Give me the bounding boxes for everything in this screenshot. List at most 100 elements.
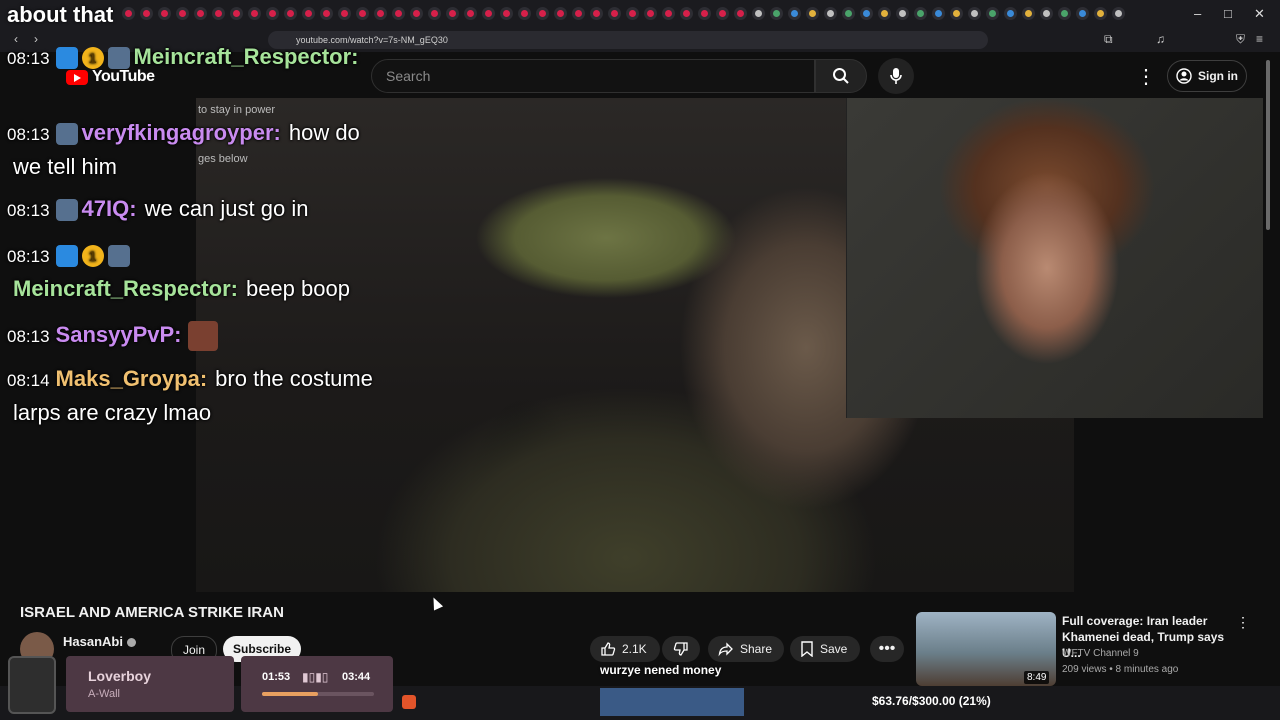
like-button[interactable]: 2.1K	[590, 636, 660, 662]
song-time-panel	[241, 656, 393, 712]
browser-tab[interactable]	[1076, 7, 1089, 20]
dislike-button[interactable]	[662, 636, 700, 662]
tab-favicon-icon	[1115, 10, 1122, 17]
browser-tab[interactable]	[1058, 7, 1071, 20]
browser-tab[interactable]	[734, 7, 747, 20]
chat-text: how do	[288, 120, 360, 145]
browser-tab[interactable]	[752, 7, 765, 20]
browser-tab[interactable]	[842, 7, 855, 20]
share-icon	[718, 642, 733, 657]
browser-tab[interactable]	[1094, 7, 1107, 20]
save-button[interactable]: Save	[790, 636, 860, 662]
browser-tab[interactable]	[788, 7, 801, 20]
browser-tab[interactable]	[410, 7, 423, 20]
browser-tab[interactable]	[464, 7, 477, 20]
maximize-icon[interactable]: □	[1224, 6, 1232, 21]
minimize-icon[interactable]: –	[1194, 6, 1201, 21]
scrollbar[interactable]	[1266, 60, 1270, 230]
browser-tab[interactable]	[158, 7, 171, 20]
music-extension-icon[interactable]: ♫	[1156, 32, 1165, 46]
browser-tab[interactable]	[194, 7, 207, 20]
tab-favicon-icon	[647, 10, 654, 17]
tab-favicon-icon	[593, 10, 600, 17]
browser-tab[interactable]	[1112, 7, 1125, 20]
browser-tab[interactable]	[536, 7, 549, 20]
settings-menu-icon[interactable]: ⋮	[1136, 64, 1156, 89]
browser-tab[interactable]	[266, 7, 279, 20]
browser-tab[interactable]	[572, 7, 585, 20]
browser-tab[interactable]	[1004, 7, 1017, 20]
browser-tab[interactable]	[626, 7, 639, 20]
browser-tab[interactable]	[896, 7, 909, 20]
browser-tab[interactable]	[1040, 7, 1053, 20]
browser-tab[interactable]	[374, 7, 387, 20]
browser-tab[interactable]	[248, 7, 261, 20]
tab-favicon-icon	[251, 10, 258, 17]
shield-icon[interactable]: ⛨	[1236, 32, 1245, 47]
browser-tab[interactable]	[914, 7, 927, 20]
tab-favicon-icon	[611, 10, 618, 17]
like-count: 2.1K	[622, 642, 647, 656]
tab-list[interactable]	[122, 7, 1125, 20]
recommended-meta: 209 views • 8 minutes ago	[1062, 664, 1179, 675]
search-input[interactable]: Search	[371, 59, 815, 93]
search-button[interactable]	[815, 59, 867, 93]
browser-tab[interactable]	[698, 7, 711, 20]
browser-tab[interactable]	[320, 7, 333, 20]
tab-favicon-icon	[719, 10, 726, 17]
tab-favicon-icon	[179, 10, 186, 17]
voice-search-button[interactable]	[878, 58, 914, 94]
browser-tab[interactable]	[608, 7, 621, 20]
browser-tab[interactable]	[932, 7, 945, 20]
browser-tab[interactable]	[770, 7, 783, 20]
browser-tab[interactable]	[356, 7, 369, 20]
browser-tab[interactable]	[590, 7, 603, 20]
browser-tab[interactable]	[482, 7, 495, 20]
chat-message: 08:13 SansyyPvP:	[7, 318, 230, 354]
channel-name[interactable]: HasanAbi	[63, 634, 136, 649]
tab-favicon-icon	[341, 10, 348, 17]
browser-tab[interactable]	[302, 7, 315, 20]
browser-tab[interactable]	[950, 7, 963, 20]
browser-tab[interactable]	[680, 7, 693, 20]
browser-tab[interactable]	[140, 7, 153, 20]
browser-tab[interactable]	[284, 7, 297, 20]
browser-tab[interactable]	[392, 7, 405, 20]
browser-tab[interactable]	[428, 7, 441, 20]
close-icon[interactable]: ✕	[1254, 6, 1265, 22]
browser-tab[interactable]	[338, 7, 351, 20]
browser-tab[interactable]	[824, 7, 837, 20]
browser-tab[interactable]	[212, 7, 225, 20]
menu-icon[interactable]: ≡	[1256, 32, 1263, 46]
browser-tab[interactable]	[554, 7, 567, 20]
browser-tab[interactable]	[860, 7, 873, 20]
browser-tab[interactable]	[806, 7, 819, 20]
browser-tab[interactable]	[518, 7, 531, 20]
browser-tab[interactable]	[968, 7, 981, 20]
browser-tab[interactable]	[230, 7, 243, 20]
chat-username: Maks_Groypa:	[55, 366, 208, 391]
share-button[interactable]: Share	[708, 636, 784, 662]
browser-tab[interactable]	[644, 7, 657, 20]
browser-tab[interactable]	[878, 7, 891, 20]
browser-tab[interactable]	[176, 7, 189, 20]
recommended-menu-icon[interactable]: ⋮	[1236, 614, 1250, 631]
browser-tab[interactable]	[716, 7, 729, 20]
recommended-channel[interactable]: WFTV Channel 9	[1062, 648, 1139, 659]
address-bar[interactable]: youtube.com/watch?v=7s-NM_gEQ30	[268, 31, 988, 49]
browser-tab[interactable]	[446, 7, 459, 20]
more-actions-button[interactable]: •••	[870, 636, 904, 662]
tab-favicon-icon	[935, 10, 942, 17]
browser-tab[interactable]	[1022, 7, 1035, 20]
mouse-cursor-icon	[428, 595, 444, 611]
tab-favicon-icon	[197, 10, 204, 17]
browser-tab[interactable]	[986, 7, 999, 20]
sign-in-button[interactable]: Sign in	[1167, 60, 1247, 92]
brave-icon[interactable]	[402, 695, 416, 709]
browser-tab[interactable]	[122, 7, 135, 20]
browser-tab[interactable]	[500, 7, 513, 20]
extension-icon[interactable]: ⧉	[1104, 32, 1113, 47]
tab-favicon-icon	[377, 10, 384, 17]
chat-message: 08:14 Maks_Groypa: bro the costume	[7, 362, 373, 398]
browser-tab[interactable]	[662, 7, 675, 20]
